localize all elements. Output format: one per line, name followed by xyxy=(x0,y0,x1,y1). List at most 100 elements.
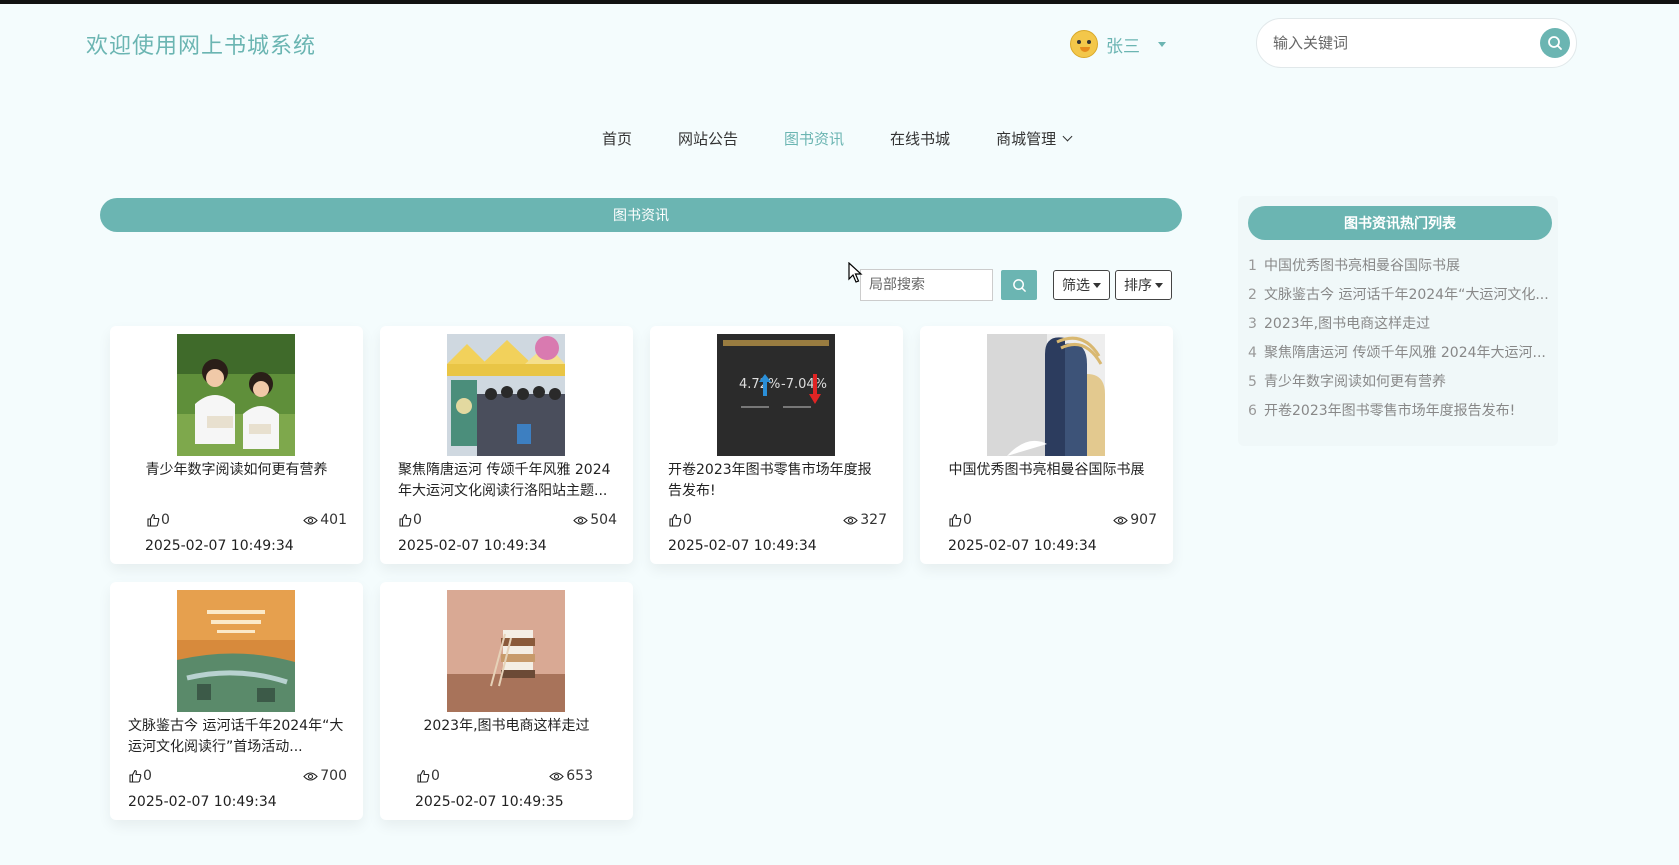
news-date: 2025-02-07 10:49:34 xyxy=(398,538,547,554)
views-value: 653 xyxy=(566,768,593,784)
nav-label: 商城管理 xyxy=(996,130,1057,148)
likes-value: 0 xyxy=(963,512,972,528)
news-card[interactable]: 中国优秀图书亮相曼谷国际书展 0 907 2025-02-07 10:49:34 xyxy=(920,326,1173,564)
views-count: 700 xyxy=(303,768,347,784)
search-input[interactable] xyxy=(1273,34,1540,52)
news-title: 2023年,图书电商这样走过 xyxy=(423,718,590,734)
local-search-input[interactable] xyxy=(860,269,993,301)
hot-list-item[interactable]: 2 文脉鉴古今 运河话千年2024年“大运河文化... xyxy=(1248,281,1552,310)
views-value: 401 xyxy=(320,512,347,528)
news-card[interactable]: 青少年数字阅读如何更有营养 0 401 2025-02-07 10:49:34 xyxy=(110,326,363,564)
hot-list: 1 中国优秀图书亮相曼谷国际书展 2 文脉鉴古今 运河话千年2024年“大运河文化.… xyxy=(1248,252,1552,426)
filter-label: 筛选 xyxy=(1062,278,1090,294)
nav-online-store[interactable]: 在线书城 xyxy=(890,128,950,149)
news-thumbnail: 4.72% -7.04% xyxy=(717,334,835,456)
avatar xyxy=(1070,30,1098,58)
svg-text:4.72%: 4.72% xyxy=(739,377,780,392)
local-search-button[interactable] xyxy=(1001,270,1037,300)
nav-home[interactable]: 首页 xyxy=(602,128,632,149)
global-search xyxy=(1256,18,1577,68)
news-card[interactable]: 文脉鉴古今 运河话千年2024年“大运河文化阅读行”首场活动... 0 700 … xyxy=(110,582,363,820)
likes-count: 0 xyxy=(128,768,152,784)
nav-label: 图书资讯 xyxy=(784,130,845,148)
hot-item-number: 4 xyxy=(1248,345,1257,361)
hot-item-text: 青少年数字阅读如何更有营养 xyxy=(1264,374,1446,390)
hot-item-text: 开卷2023年图书零售市场年度报告发布! xyxy=(1264,403,1516,419)
hot-item-number: 3 xyxy=(1248,316,1257,332)
news-thumbnail xyxy=(447,334,565,456)
views-count: 327 xyxy=(843,512,887,528)
likes-value: 0 xyxy=(431,768,440,784)
user-menu[interactable]: 张三 xyxy=(1070,30,1166,58)
likes-value: 0 xyxy=(161,512,170,528)
caret-down-icon xyxy=(1093,282,1101,288)
hot-list-panel: 图书资讯热门列表 1 中国优秀图书亮相曼谷国际书展 2 文脉鉴古今 运河话千年202… xyxy=(1238,196,1558,446)
user-name: 张三 xyxy=(1106,36,1140,57)
views-count: 401 xyxy=(303,512,347,528)
likes-value: 0 xyxy=(683,512,692,528)
sort-dropdown[interactable]: 排序 xyxy=(1115,270,1172,300)
hot-list-title: 图书资讯热门列表 xyxy=(1248,206,1552,240)
section-title: 图书资讯 xyxy=(100,198,1182,232)
news-card[interactable]: 2023年,图书电商这样走过 0 653 2025-02-07 10:49:35 xyxy=(380,582,633,820)
nav-store-management[interactable]: 商城管理 xyxy=(996,128,1073,149)
hot-list-item[interactable]: 5 青少年数字阅读如何更有营养 xyxy=(1248,368,1552,397)
news-thumbnail xyxy=(447,590,565,712)
svg-text:-7.04%: -7.04% xyxy=(781,377,827,392)
filter-toolbar: 筛选 排序 xyxy=(860,269,1172,301)
thumbs-up-icon xyxy=(949,513,962,527)
nav-label: 首页 xyxy=(602,130,633,148)
views-value: 327 xyxy=(860,512,887,528)
thumbs-up-icon xyxy=(399,513,412,527)
news-thumbnail xyxy=(177,334,295,456)
news-title: 聚焦隋唐运河 传颂千年风雅 2024年大运河文化阅读行洛阳站主题... xyxy=(398,462,611,499)
caret-down-icon xyxy=(1155,282,1163,288)
news-card[interactable]: 聚焦隋唐运河 传颂千年风雅 2024年大运河文化阅读行洛阳站主题... 0 50… xyxy=(380,326,633,564)
chevron-down-icon xyxy=(1062,131,1073,142)
site-title: 欢迎使用网上书城系统 xyxy=(86,34,317,59)
views-value: 700 xyxy=(320,768,347,784)
filter-dropdown[interactable]: 筛选 xyxy=(1053,270,1110,300)
nav-book-news[interactable]: 图书资讯 xyxy=(784,128,844,149)
news-card[interactable]: 4.72% -7.04% 开卷2023年图书零售市场年度报告发布! 0 327 … xyxy=(650,326,903,564)
eye-icon xyxy=(843,515,859,525)
thumbs-up-icon xyxy=(417,769,430,783)
hot-item-text: 文脉鉴古今 运河话千年2024年“大运河文化... xyxy=(1264,287,1549,303)
thumbs-up-icon xyxy=(129,769,142,783)
news-date: 2025-02-07 10:49:35 xyxy=(415,794,564,810)
hot-item-number: 1 xyxy=(1248,258,1257,274)
eye-icon xyxy=(573,515,589,525)
views-value: 907 xyxy=(1130,512,1157,528)
news-title: 青少年数字阅读如何更有营养 xyxy=(145,462,328,478)
news-title: 中国优秀图书亮相曼谷国际书展 xyxy=(948,462,1145,478)
news-thumbnail xyxy=(987,334,1105,456)
likes-value: 0 xyxy=(143,768,152,784)
sort-label: 排序 xyxy=(1124,278,1152,294)
nav-label: 网站公告 xyxy=(678,130,739,148)
nav-label: 在线书城 xyxy=(890,130,951,148)
news-date: 2025-02-07 10:49:34 xyxy=(145,538,294,554)
hot-item-number: 6 xyxy=(1248,403,1257,419)
news-date: 2025-02-07 10:49:34 xyxy=(668,538,817,554)
search-button[interactable] xyxy=(1540,28,1570,58)
caret-down-icon xyxy=(1158,41,1166,47)
search-icon xyxy=(1012,278,1026,292)
likes-count: 0 xyxy=(416,768,440,784)
thumbs-up-icon xyxy=(147,513,160,527)
likes-value: 0 xyxy=(413,512,422,528)
likes-count: 0 xyxy=(398,512,422,528)
news-date: 2025-02-07 10:49:34 xyxy=(948,538,1097,554)
likes-count: 0 xyxy=(948,512,972,528)
hot-item-number: 2 xyxy=(1248,287,1257,303)
hot-list-item[interactable]: 1 中国优秀图书亮相曼谷国际书展 xyxy=(1248,252,1552,281)
news-date: 2025-02-07 10:49:34 xyxy=(128,794,277,810)
hot-list-item[interactable]: 4 聚焦隋唐运河 传颂千年风雅 2024年大运河... xyxy=(1248,339,1552,368)
search-icon xyxy=(1548,36,1562,50)
views-value: 504 xyxy=(590,512,617,528)
views-count: 907 xyxy=(1113,512,1157,528)
nav-announcements[interactable]: 网站公告 xyxy=(678,128,738,149)
eye-icon xyxy=(303,515,319,525)
hot-list-item[interactable]: 6 开卷2023年图书零售市场年度报告发布! xyxy=(1248,397,1552,426)
hot-item-number: 5 xyxy=(1248,374,1257,390)
hot-list-item[interactable]: 3 2023年,图书电商这样走过 xyxy=(1248,310,1552,339)
